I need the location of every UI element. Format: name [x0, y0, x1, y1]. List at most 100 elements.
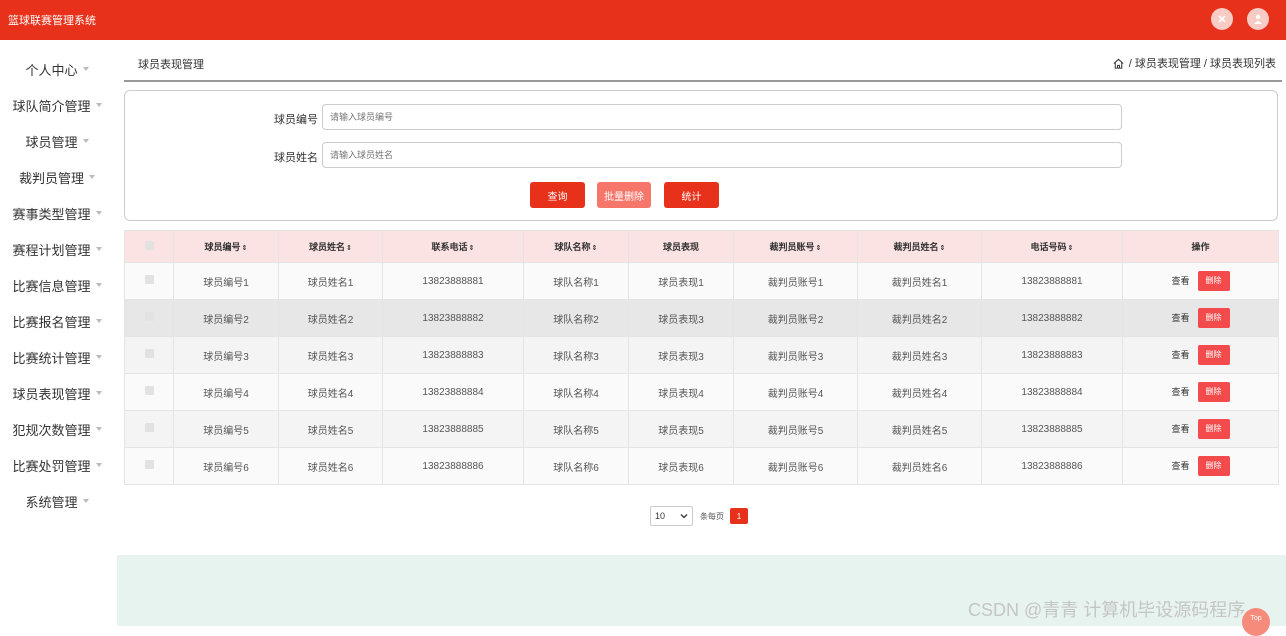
cell: 球队名称6	[523, 447, 629, 485]
cell: 球员编号3	[173, 336, 279, 374]
delete-button[interactable]: 删除	[1197, 419, 1230, 439]
sort-icon: ⇕	[1067, 245, 1074, 252]
sort-icon: ⇕	[815, 245, 822, 252]
page-button-current[interactable]: 1	[730, 508, 748, 524]
col-performance: 球员表现	[628, 230, 734, 263]
sidebar: 个人中心 球队简介管理 球员管理 裁判员管理 赛事类型管理 赛程计划管理 比赛信…	[0, 40, 114, 626]
delete-button[interactable]: 删除	[1197, 456, 1230, 476]
row-checkbox[interactable]	[124, 447, 174, 485]
col-player-name[interactable]: 球员姓名⇕	[278, 230, 383, 263]
cell: 13823888884	[382, 373, 524, 411]
row-checkbox[interactable]	[124, 410, 174, 448]
view-button[interactable]: 查看	[1171, 276, 1189, 286]
row-checkbox[interactable]	[124, 262, 174, 300]
cell: 裁判员姓名5	[857, 410, 982, 448]
col-referee-name[interactable]: 裁判员姓名⇕	[857, 230, 982, 263]
query-button[interactable]: 查询	[530, 182, 585, 208]
caret-down-icon	[95, 463, 102, 467]
cell: 裁判员姓名6	[857, 447, 982, 485]
view-button[interactable]: 查看	[1171, 387, 1189, 397]
table-row: 球员编号4 球员姓名4 13823888884 球队名称4 球员表现4 裁判员账…	[124, 373, 1279, 411]
select-all-checkbox[interactable]	[124, 230, 174, 263]
cell: 球员编号6	[173, 447, 279, 485]
batch-delete-button[interactable]: 批量删除	[597, 182, 651, 208]
sidebar-item-player-performance[interactable]: 球员表现管理	[0, 375, 114, 411]
sidebar-item-referees[interactable]: 裁判员管理	[0, 159, 114, 195]
row-actions: 查看 删除	[1122, 336, 1279, 374]
player-name-label: 球员姓名	[274, 152, 318, 164]
delete-button[interactable]: 删除	[1197, 345, 1230, 365]
cell: 裁判员账号3	[733, 336, 858, 374]
sidebar-item-match-signup[interactable]: 比赛报名管理	[0, 303, 114, 339]
cell: 13823888886	[981, 447, 1123, 485]
cell: 13823888883	[382, 336, 524, 374]
search-form: 球员编号 球员姓名 查询 批量删除 统计	[124, 90, 1278, 221]
cell: 球队名称1	[523, 262, 629, 300]
col-team-name[interactable]: 球队名称⇕	[523, 230, 629, 263]
sidebar-item-team-intro[interactable]: 球队简介管理	[0, 87, 114, 123]
breadcrumb-path: / 球员表现管理 / 球员表现列表	[1128, 58, 1276, 70]
stats-button[interactable]: 统计	[664, 182, 719, 208]
player-number-label: 球员编号	[274, 114, 318, 126]
caret-down-icon	[95, 211, 102, 215]
col-actions: 操作	[1122, 230, 1279, 263]
page-size-select[interactable]: 10	[650, 506, 693, 526]
user-icon[interactable]	[1247, 8, 1269, 30]
view-button[interactable]: 查看	[1171, 350, 1189, 360]
cell: 球员编号1	[173, 262, 279, 300]
row-actions: 查看 删除	[1122, 410, 1279, 448]
sidebar-item-schedule[interactable]: 赛程计划管理	[0, 231, 114, 267]
row-actions: 查看 删除	[1122, 447, 1279, 485]
cell: 裁判员账号5	[733, 410, 858, 448]
breadcrumb-bar: 球员表现管理 / 球员表现管理 / 球员表现列表	[124, 44, 1282, 82]
sidebar-item-players[interactable]: 球员管理	[0, 123, 114, 159]
sidebar-item-fouls[interactable]: 犯规次数管理	[0, 411, 114, 447]
cell: 裁判员姓名2	[857, 299, 982, 337]
delete-button[interactable]: 删除	[1197, 271, 1230, 291]
view-button[interactable]: 查看	[1171, 424, 1189, 434]
watermark: CSDN @青青 计算机毕设源码程序	[968, 600, 1246, 620]
cell: 球员编号4	[173, 373, 279, 411]
player-number-input[interactable]	[322, 104, 1122, 130]
player-name-input[interactable]	[322, 142, 1122, 168]
sidebar-item-penalties[interactable]: 比赛处罚管理	[0, 447, 114, 483]
col-player-number[interactable]: 球员编号⇕	[173, 230, 279, 263]
cell: 球队名称5	[523, 410, 629, 448]
cell: 13823888881	[382, 262, 524, 300]
row-checkbox[interactable]	[124, 373, 174, 411]
sidebar-item-system[interactable]: 系统管理	[0, 483, 114, 519]
pagination: 10 条每页 1	[650, 506, 748, 526]
view-button[interactable]: 查看	[1171, 461, 1189, 471]
delete-button[interactable]: 删除	[1197, 308, 1230, 328]
sidebar-item-match-stats[interactable]: 比赛统计管理	[0, 339, 114, 375]
cell: 裁判员账号4	[733, 373, 858, 411]
cell: 13823888885	[382, 410, 524, 448]
delete-button[interactable]: 删除	[1197, 382, 1230, 402]
sidebar-item-personal-center[interactable]: 个人中心	[0, 51, 114, 87]
view-button[interactable]: 查看	[1171, 313, 1189, 323]
back-to-top-button[interactable]: Top	[1242, 608, 1270, 636]
cell: 球员姓名6	[278, 447, 383, 485]
row-checkbox[interactable]	[124, 336, 174, 374]
table-header-row: 球员编号⇕ 球员姓名⇕ 联系电话⇕ 球队名称⇕ 球员表现 裁判员账号⇕ 裁判员姓…	[124, 230, 1279, 263]
top-bar: 篮球联赛管理系统	[0, 0, 1286, 40]
cell: 13823888882	[981, 299, 1123, 337]
sidebar-item-event-types[interactable]: 赛事类型管理	[0, 195, 114, 231]
cell: 球员姓名2	[278, 299, 383, 337]
cell: 裁判员账号2	[733, 299, 858, 337]
sort-icon: ⇕	[591, 245, 598, 252]
caret-down-icon	[95, 103, 102, 107]
col-phone-number[interactable]: 电话号码⇕	[981, 230, 1123, 263]
cell: 球队名称3	[523, 336, 629, 374]
col-contact-phone[interactable]: 联系电话⇕	[382, 230, 524, 263]
cell: 球员表现1	[628, 262, 734, 300]
cell: 裁判员姓名3	[857, 336, 982, 374]
col-referee-account[interactable]: 裁判员账号⇕	[733, 230, 858, 263]
close-circle-icon[interactable]	[1211, 8, 1233, 30]
row-checkbox[interactable]	[124, 299, 174, 337]
cell: 裁判员姓名1	[857, 262, 982, 300]
cell: 球员姓名5	[278, 410, 383, 448]
sidebar-item-match-info[interactable]: 比赛信息管理	[0, 267, 114, 303]
app-title: 篮球联赛管理系统	[8, 15, 96, 27]
home-icon[interactable]	[1112, 57, 1125, 70]
